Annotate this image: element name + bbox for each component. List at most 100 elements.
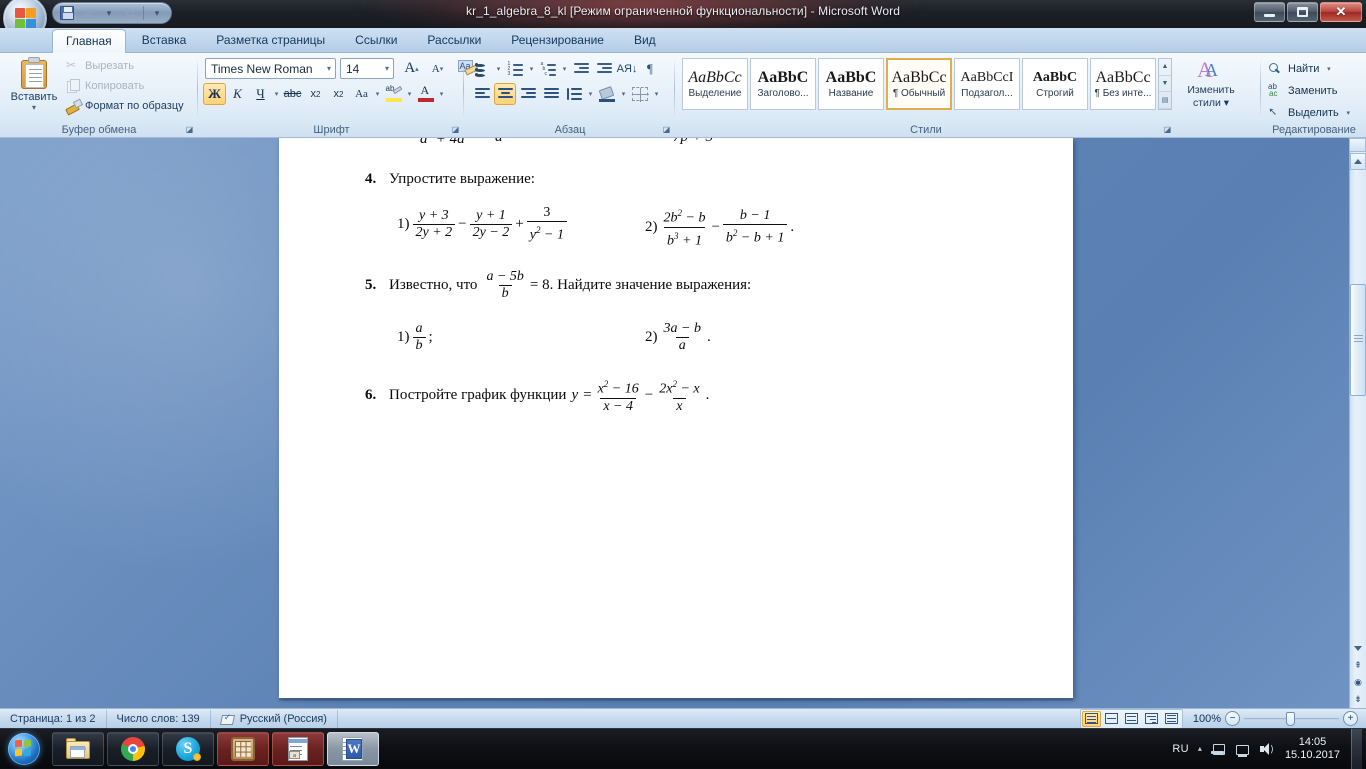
zoom-out-button[interactable]: − [1225, 711, 1240, 726]
copy-button[interactable]: Копировать [66, 78, 184, 94]
taskbar-item-word[interactable]: W [327, 731, 379, 766]
justify-button[interactable] [540, 83, 562, 105]
style-item-strogiy[interactable]: AaBbC Строгий [1022, 58, 1088, 110]
zoom-slider[interactable] [1244, 711, 1339, 726]
next-page-button[interactable]: ⇟ [1350, 691, 1366, 708]
save-button[interactable] [57, 4, 77, 22]
italic-button[interactable]: К [226, 83, 249, 105]
style-item-podzagolovok[interactable]: AaBbCcI Подзагол... [954, 58, 1020, 110]
outline-view-button[interactable] [1142, 711, 1161, 727]
cut-button[interactable]: Вырезать [66, 58, 184, 74]
change-case-button[interactable]: Aa [350, 83, 373, 105]
find-button[interactable]: Найти ▾ [1268, 59, 1353, 78]
bullets-button[interactable] [471, 58, 493, 80]
close-button[interactable]: ✕ [1320, 2, 1362, 22]
draft-view-button[interactable] [1162, 711, 1181, 727]
web-layout-view-button[interactable] [1122, 711, 1141, 727]
line-spacing-button[interactable] [563, 83, 585, 105]
font-size-combobox[interactable]: 14 ▾ [340, 58, 394, 79]
styles-more-button[interactable]: ▤ [1159, 92, 1171, 110]
full-screen-reading-view-button[interactable] [1102, 711, 1121, 727]
tab-rassylki[interactable]: Рассылки [413, 28, 495, 53]
zoom-level-label[interactable]: 100% [1187, 713, 1221, 725]
format-painter-button[interactable]: Формат по образцу [66, 98, 184, 114]
taskbar-item-explorer[interactable] [52, 731, 104, 766]
word-count-indicator[interactable]: Число слов: 139 [107, 709, 211, 728]
scroll-up-button[interactable] [1350, 153, 1366, 170]
network-icon[interactable] [1235, 742, 1250, 757]
select-browse-object-button[interactable]: ◉ [1350, 674, 1366, 691]
change-styles-button[interactable]: Изменить стили ▾ [1180, 59, 1242, 113]
scrollbar-thumb[interactable] [1350, 284, 1366, 396]
styles-scroll-up-button[interactable]: ▲ [1159, 59, 1171, 76]
undo-dropdown[interactable]: ▾ [99, 4, 119, 22]
page-indicator[interactable]: Страница: 1 из 2 [0, 709, 107, 728]
language-indicator-tray[interactable]: RU [1172, 743, 1189, 755]
print-layout-view-button[interactable] [1082, 710, 1101, 727]
borders-dropdown[interactable]: ▾ [652, 90, 661, 98]
tab-ssylki[interactable]: Ссылки [341, 28, 411, 53]
zoom-in-button[interactable]: + [1343, 711, 1358, 726]
subscript-button[interactable]: x2 [304, 83, 327, 105]
borders-button[interactable] [629, 83, 651, 105]
office-button[interactable] [3, 0, 47, 28]
paste-button[interactable]: Вставить ▾ [8, 57, 60, 117]
tab-recenzirovanie[interactable]: Рецензирование [497, 28, 618, 53]
tab-razmetka-stranicy[interactable]: Разметка страницы [202, 28, 339, 53]
show-formatting-marks-button[interactable]: ¶ [639, 58, 661, 80]
style-item-obychnyy[interactable]: AaBbCc ¶ Обычный [886, 58, 952, 110]
font-color-dropdown[interactable]: ▾ [437, 90, 446, 98]
tab-glavnaya[interactable]: Главная [52, 29, 126, 54]
line-spacing-dropdown[interactable]: ▾ [586, 90, 595, 98]
language-indicator[interactable]: Русский (Россия) [211, 709, 338, 728]
bold-button[interactable]: Ж [203, 83, 226, 105]
style-item-vydelenie[interactable]: AaBbCc Выделение [682, 58, 748, 110]
show-hidden-icons-button[interactable]: ▴ [1198, 744, 1202, 753]
scroll-down-button[interactable] [1350, 640, 1366, 657]
minimize-button[interactable] [1254, 2, 1285, 22]
taskbar-item-skype[interactable]: S [162, 731, 214, 766]
taskbar-item-doc-app[interactable]: a [272, 731, 324, 766]
document-page[interactable]: a2 + 4a a 7p + 3 4. Упростите выражение:… [279, 138, 1073, 698]
undo-button[interactable]: ↺ [78, 4, 98, 22]
taskbar-item-chrome[interactable] [107, 731, 159, 766]
paragraph-dialog-launcher[interactable]: ◪ [661, 124, 672, 135]
style-item-nazvanie[interactable]: AaBbC Название [818, 58, 884, 110]
change-case-dropdown[interactable]: ▾ [373, 90, 382, 98]
sort-button[interactable]: АЯ↓ [616, 58, 638, 80]
tab-vid[interactable]: Вид [620, 28, 670, 53]
zoom-slider-handle[interactable] [1286, 712, 1295, 726]
redo-button[interactable]: ↻ [120, 4, 140, 22]
font-color-button[interactable] [414, 83, 437, 105]
style-item-zagolovok[interactable]: AaBbC Заголово... [750, 58, 816, 110]
increase-indent-button[interactable] [593, 58, 615, 80]
styles-scroll-buttons[interactable]: ▲ ▼ ▤ [1158, 58, 1172, 110]
underline-button[interactable]: Ч [249, 83, 272, 105]
grow-font-button[interactable]: A ▴ [399, 58, 424, 79]
restore-button[interactable] [1287, 2, 1318, 22]
styles-dialog-launcher[interactable]: ◪ [1162, 124, 1173, 135]
font-name-combobox[interactable]: Times New Roman ▾ [205, 58, 336, 79]
customize-qat-button[interactable]: ▾ [147, 4, 167, 22]
split-window-handle[interactable] [1349, 138, 1366, 152]
styles-scroll-down-button[interactable]: ▼ [1159, 76, 1171, 93]
multilevel-list-button[interactable]: abc [537, 58, 559, 80]
shrink-font-button[interactable]: A ▾ [425, 58, 450, 79]
align-center-button[interactable] [494, 83, 516, 105]
taskbar-clock[interactable]: 14:05 15.10.2017 [1283, 736, 1342, 762]
text-highlight-button[interactable] [382, 83, 405, 105]
shading-dropdown[interactable]: ▾ [619, 90, 628, 98]
safely-remove-hardware-icon[interactable] [1210, 742, 1226, 756]
underline-dropdown[interactable]: ▾ [272, 90, 281, 98]
decrease-indent-button[interactable] [570, 58, 592, 80]
numbering-button[interactable]: 123 [504, 58, 526, 80]
select-button[interactable]: Выделить ▾ [1268, 103, 1353, 122]
font-dialog-launcher[interactable]: ◪ [450, 124, 461, 135]
vertical-scrollbar[interactable]: ⇞ ◉ ⇟ [1349, 138, 1366, 708]
superscript-button[interactable]: x2 [327, 83, 350, 105]
replace-button[interactable]: Заменить [1268, 81, 1353, 100]
clipboard-dialog-launcher[interactable]: ◪ [184, 124, 195, 135]
style-item-bez-interval[interactable]: AaBbCc ¶ Без инте... [1090, 58, 1156, 110]
numbering-dropdown[interactable]: ▾ [527, 65, 536, 73]
bullets-dropdown[interactable]: ▾ [494, 65, 503, 73]
